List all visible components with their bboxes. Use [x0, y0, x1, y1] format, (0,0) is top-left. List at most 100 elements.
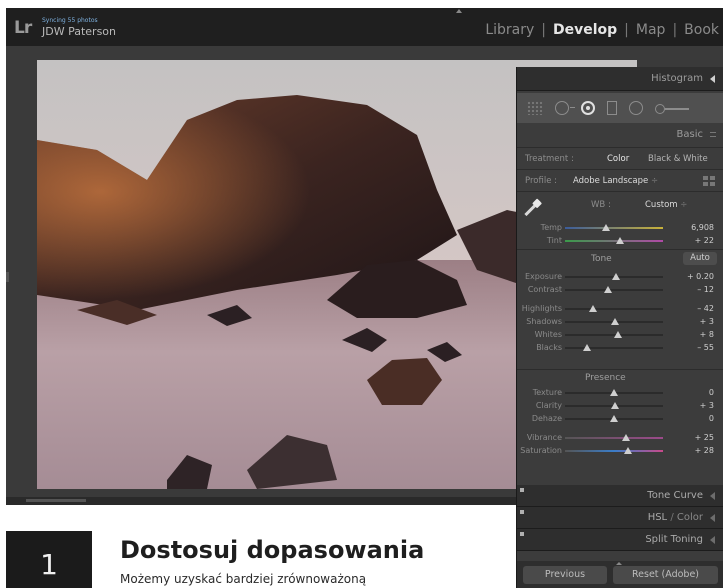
white-balance-block: WB : Custom ÷ Temp 6,908 Tint + 22: [517, 191, 723, 249]
slider-track[interactable]: [565, 331, 663, 338]
left-panel-toggle[interactable]: [6, 272, 9, 282]
module-picker: Library | Develop | Map | Book: [485, 22, 719, 38]
slider-knob[interactable]: [610, 389, 618, 396]
slider-value[interactable]: + 28: [695, 446, 714, 455]
expand-triangle-icon[interactable]: [710, 492, 715, 500]
slider-value[interactable]: + 25: [695, 433, 714, 442]
panel-menu-icon[interactable]: [710, 132, 716, 137]
slider-track[interactable]: [565, 237, 663, 244]
slider-track[interactable]: [565, 305, 663, 312]
slider-knob[interactable]: [602, 224, 611, 231]
hsl-color-label[interactable]: Color: [677, 512, 703, 523]
radial-filter-icon[interactable]: [629, 101, 643, 115]
slider-knob[interactable]: [611, 273, 620, 280]
treatment-color-option[interactable]: Color: [607, 154, 629, 164]
slider-knob[interactable]: [621, 434, 630, 441]
tone-curve-header[interactable]: Tone Curve: [517, 485, 723, 507]
slider-temp[interactable]: Temp 6,908: [517, 222, 723, 234]
profile-browser-icon[interactable]: [703, 176, 715, 186]
slider-value[interactable]: – 42: [697, 304, 714, 313]
slider-exposure[interactable]: Exposure + 0.20: [517, 271, 723, 283]
module-develop[interactable]: Develop: [553, 22, 617, 38]
treatment-label: Treatment :: [525, 154, 574, 164]
slider-value[interactable]: – 55: [697, 343, 714, 352]
slider-value[interactable]: + 8: [700, 330, 714, 339]
slider-texture[interactable]: Texture 0: [517, 387, 723, 399]
slider-value[interactable]: 0: [709, 414, 714, 423]
panel-switch-icon[interactable]: [520, 510, 524, 514]
slider-knob[interactable]: [615, 237, 624, 244]
slider-vibrance[interactable]: Vibrance + 25: [517, 432, 723, 444]
slider-track[interactable]: [565, 273, 663, 280]
slider-knob[interactable]: [604, 286, 613, 293]
panel-switch-icon[interactable]: [520, 532, 524, 536]
slider-knob[interactable]: [613, 331, 622, 338]
slider-track[interactable]: [565, 389, 663, 396]
spot-removal-icon[interactable]: [555, 101, 575, 115]
slider-knob[interactable]: [589, 305, 598, 312]
red-eye-icon[interactable]: [581, 101, 595, 115]
wb-eyedropper-icon[interactable]: [524, 199, 541, 217]
slider-track[interactable]: [565, 402, 663, 409]
slider-value[interactable]: 0: [709, 388, 714, 397]
crop-overlay-icon[interactable]: [527, 101, 543, 115]
slider-track[interactable]: [565, 344, 663, 351]
slider-label: Whites: [534, 330, 562, 339]
collapse-bottom-panel-icon[interactable]: [616, 562, 622, 565]
adjustment-brush-icon[interactable]: [655, 101, 689, 115]
slider-knob[interactable]: [582, 344, 591, 351]
slider-shadows[interactable]: Shadows + 3: [517, 316, 723, 328]
slider-track[interactable]: [565, 318, 663, 325]
histogram-title: Histogram: [651, 73, 703, 84]
collapse-top-panel-icon[interactable]: [456, 9, 462, 13]
step-description: Możemy uzyskać bardziej zrównoważoną: [120, 572, 367, 586]
sync-status[interactable]: Syncing 55 photos: [42, 17, 98, 24]
split-toning-header[interactable]: Split Toning: [517, 529, 723, 551]
slider-contrast[interactable]: Contrast – 12: [517, 284, 723, 296]
module-book[interactable]: Book: [684, 22, 719, 38]
module-library[interactable]: Library: [485, 22, 534, 38]
slider-track[interactable]: [565, 286, 663, 293]
slider-highlights[interactable]: Highlights – 42: [517, 303, 723, 315]
panel-switch-icon[interactable]: [520, 488, 524, 492]
slider-track[interactable]: [565, 415, 663, 422]
slider-value[interactable]: + 3: [700, 401, 714, 410]
slider-knob[interactable]: [610, 318, 619, 325]
collapse-triangle-icon[interactable]: [710, 75, 715, 83]
slider-value[interactable]: + 22: [695, 236, 714, 245]
expand-triangle-icon[interactable]: [710, 536, 715, 544]
module-separator: |: [541, 22, 546, 38]
slider-value[interactable]: 6,908: [691, 223, 714, 232]
slider-whites[interactable]: Whites + 8: [517, 329, 723, 341]
slider-value[interactable]: + 3: [700, 317, 714, 326]
slider-knob[interactable]: [610, 402, 619, 409]
slider-blacks[interactable]: Blacks – 55: [517, 342, 723, 354]
slider-value[interactable]: – 12: [697, 285, 714, 294]
slider-knob[interactable]: [610, 415, 618, 422]
slider-label: Vibrance: [526, 433, 562, 442]
wb-select[interactable]: Custom ÷: [645, 200, 687, 210]
basic-header[interactable]: Basic: [517, 123, 723, 147]
hsl-label[interactable]: HSL: [648, 512, 667, 523]
module-separator: |: [672, 22, 678, 38]
previous-button[interactable]: Previous: [523, 566, 607, 584]
slider-clarity[interactable]: Clarity + 3: [517, 400, 723, 412]
slider-saturation[interactable]: Saturation + 28: [517, 445, 723, 457]
reset-button[interactable]: Reset (Adobe): [613, 566, 718, 584]
slider-value[interactable]: + 0.20: [687, 272, 714, 281]
slider-track[interactable]: [565, 447, 663, 454]
expand-triangle-icon[interactable]: [710, 514, 715, 522]
histogram-header[interactable]: Histogram: [517, 67, 723, 91]
hsl-header[interactable]: HSL / Color: [517, 507, 723, 529]
profile-select[interactable]: Adobe Landscape ÷: [573, 176, 658, 186]
module-map[interactable]: Map: [636, 22, 666, 38]
slider-track[interactable]: [565, 434, 663, 441]
auto-tone-button[interactable]: Auto: [683, 252, 717, 265]
graduated-filter-icon[interactable]: [607, 101, 617, 115]
slider-track[interactable]: [565, 224, 663, 231]
slider-knob[interactable]: [623, 447, 632, 454]
slider-tint[interactable]: Tint + 22: [517, 235, 723, 247]
treatment-bw-option[interactable]: Black & White: [648, 154, 708, 164]
slider-dehaze[interactable]: Dehaze 0: [517, 413, 723, 425]
filmstrip-handle[interactable]: [26, 499, 86, 502]
